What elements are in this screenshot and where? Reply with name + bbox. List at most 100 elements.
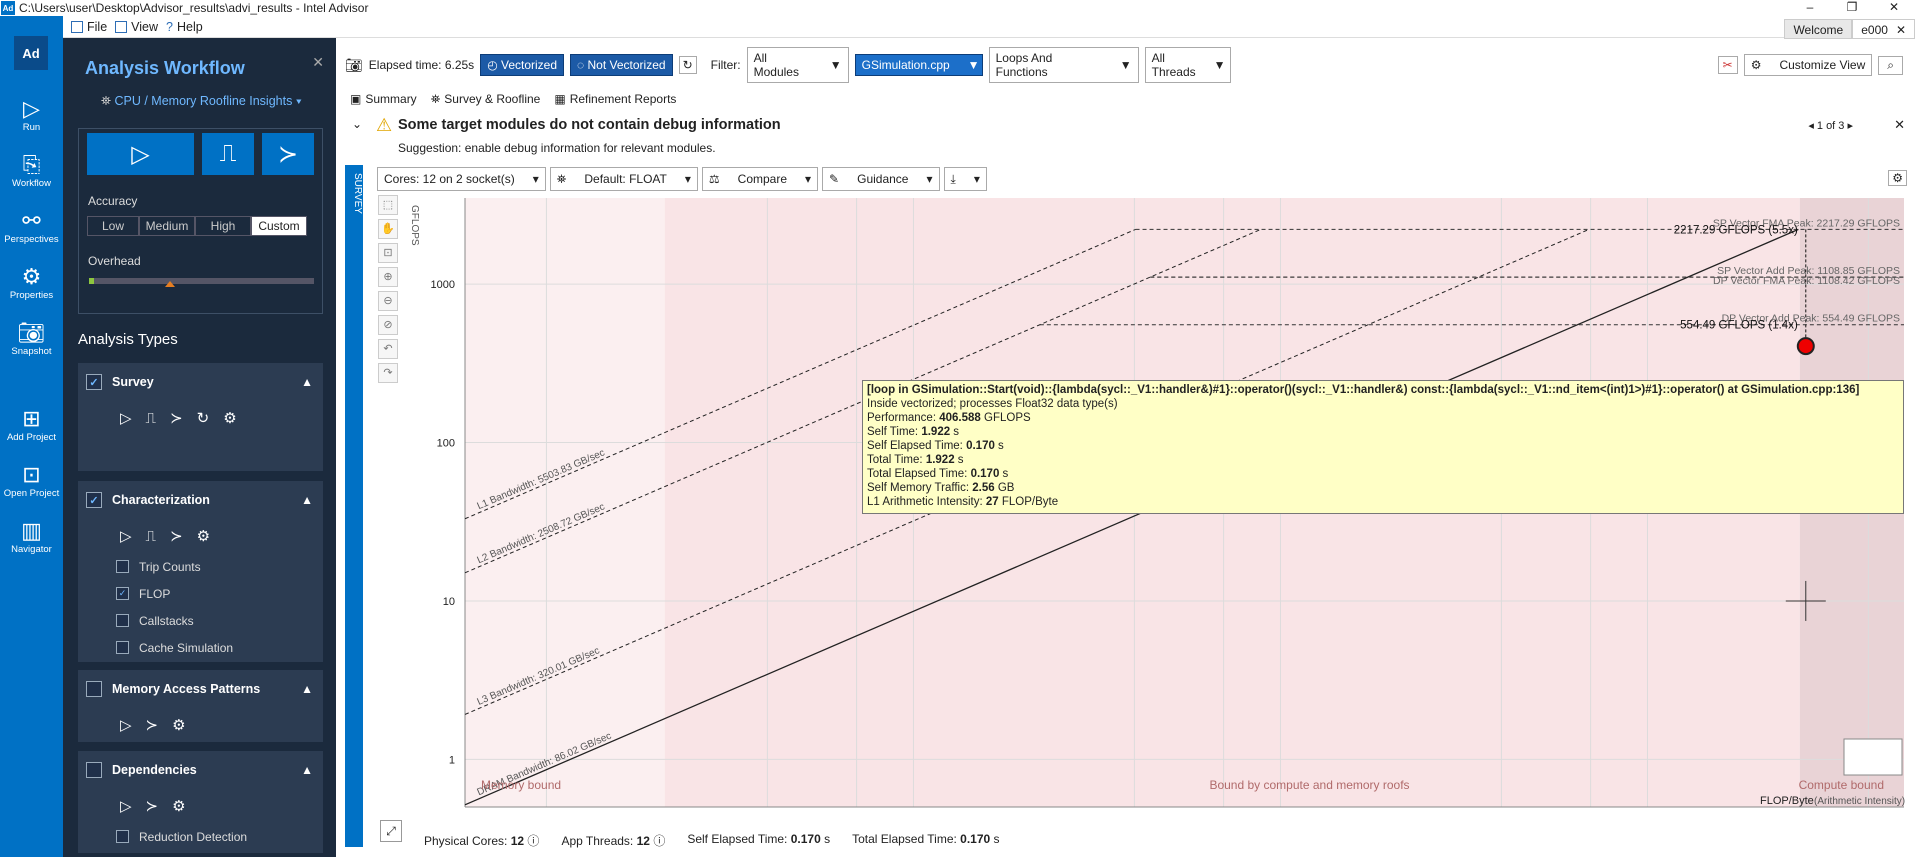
run-button[interactable]: ▷ Run <box>0 96 63 133</box>
tab-summary[interactable]: ▣ Summary <box>350 92 417 106</box>
refresh-filter-icon[interactable]: ↻ <box>678 56 697 74</box>
help-icon[interactable]: ⓘ <box>653 834 665 848</box>
redo-icon[interactable]: ↷ <box>378 363 398 383</box>
cache-simulation-option[interactable]: Cache Simulation <box>78 634 323 661</box>
search-icon[interactable]: ⌕ <box>1878 55 1903 75</box>
accuracy-custom[interactable]: Custom <box>251 216 307 236</box>
minimize-button[interactable]: – <box>1789 0 1831 16</box>
collapse-icon[interactable]: ▲ <box>301 375 313 389</box>
collapse-icon[interactable]: ▲ <box>301 763 313 777</box>
compare-dropdown[interactable]: ⚖ Compare ▾ <box>701 167 819 191</box>
maximize-button[interactable]: ❐ <box>1831 0 1873 16</box>
close-warning-icon[interactable]: ✕ <box>1894 117 1905 133</box>
not-vectorized-filter[interactable]: ◌ Not Vectorized <box>570 54 673 76</box>
modules-dropdown[interactable]: All Modules ▼ <box>746 47 849 83</box>
run-collection-button[interactable]: ▷ <box>87 133 194 175</box>
survey-checkbox[interactable]: ✓ <box>86 374 102 390</box>
batch-icon[interactable]: ⎍ <box>146 410 157 427</box>
survey-strip[interactable]: SURVEY <box>345 165 363 847</box>
snapshot-button[interactable]: 📷︎ Snapshot <box>0 320 63 357</box>
memory-access-section: Memory Access Patterns ▲ ▷ ≻ ⚙ <box>78 670 323 742</box>
reduction-checkbox[interactable] <box>116 830 129 843</box>
vectorized-icon: ◴ <box>487 58 501 72</box>
callstacks-option[interactable]: Callstacks <box>78 607 323 634</box>
source-dropdown[interactable]: GSimulation.cpp ▼ <box>854 54 983 76</box>
select-tool-icon[interactable]: ⬚ <box>378 195 398 215</box>
tab-welcome[interactable]: Welcome <box>1784 19 1853 39</box>
export-button[interactable]: ⤓ ▾ <box>943 167 987 191</box>
menu-view[interactable]: View <box>115 20 158 34</box>
command-line-icon[interactable]: ≻ <box>146 797 159 815</box>
gear-icon[interactable]: ⚙ <box>172 716 185 734</box>
trip-counts-option[interactable]: Trip Counts <box>78 553 323 580</box>
perspectives-button[interactable]: ⚯ Perspectives <box>0 208 63 245</box>
customize-view-button[interactable]: ⚙ Customize View <box>1743 54 1873 76</box>
zoom-fit-icon[interactable]: ⊘ <box>378 315 398 335</box>
play-icon: ▷ <box>23 96 40 121</box>
collapse-icon[interactable]: ▲ <box>301 682 313 696</box>
zoom-rect-icon[interactable]: ⊡ <box>378 243 398 263</box>
gear-icon[interactable]: ⚙ <box>172 797 185 815</box>
guidance-dropdown[interactable]: ✎ Guidance ▾ <box>822 167 940 191</box>
snapshot-icon[interactable]: 📷︎ <box>345 57 363 74</box>
zoom-in-icon[interactable]: ⊕ <box>378 267 398 287</box>
reduction-detection-option[interactable]: Reduction Detection <box>78 823 323 850</box>
precision-dropdown[interactable]: ⛯ Default: FLOAT ▾ <box>549 167 698 191</box>
window-title: C:\Users\user\Desktop\Advisor_results\ad… <box>19 1 369 15</box>
workflow-button[interactable]: ⎘ Workflow <box>0 152 63 189</box>
collapse-icon[interactable]: ▲ <box>301 493 313 507</box>
play-icon[interactable]: ▷ <box>120 716 132 734</box>
batch-icon[interactable]: ⎍ <box>146 528 157 545</box>
warning-pager[interactable]: ◂ 1 of 3 ▸ <box>1808 119 1853 132</box>
cores-dropdown[interactable]: Cores: 12 on 2 socket(s) ▾ <box>377 167 546 191</box>
close-tab-icon[interactable]: ✕ <box>1896 20 1906 38</box>
menu-file[interactable]: File <box>71 20 107 34</box>
open-project-button[interactable]: ⊡ Open Project <box>0 462 63 499</box>
open-project-icon: ⊡ <box>22 462 41 487</box>
trip-counts-checkbox[interactable] <box>116 560 129 573</box>
compute-bound-label: Compute bound <box>1799 778 1884 792</box>
workflow-mode-dropdown[interactable]: ⛯ CPU / Memory Roofline Insights ▾ <box>101 94 302 109</box>
tab-refinement[interactable]: ▦ Refinement Reports <box>554 92 676 106</box>
close-panel-icon[interactable]: ✕ <box>312 54 324 71</box>
close-button[interactable]: ✕ <box>1873 0 1915 16</box>
help-icon[interactable]: ⓘ <box>527 834 539 848</box>
properties-button[interactable]: ⚙ Properties <box>0 264 63 301</box>
characterization-checkbox[interactable]: ✓ <box>86 492 102 508</box>
add-project-button[interactable]: ⊞ Add Project <box>0 406 63 443</box>
flop-option[interactable]: ✓ FLOP <box>78 580 323 607</box>
callstacks-checkbox[interactable] <box>116 614 129 627</box>
flop-checkbox[interactable]: ✓ <box>116 587 129 600</box>
play-icon[interactable]: ▷ <box>120 409 132 427</box>
navigator-button[interactable]: ▥ Navigator <box>0 518 63 555</box>
gear-icon[interactable]: ⚙ <box>223 409 236 427</box>
command-line-icon[interactable]: ≻ <box>170 409 183 427</box>
run-batch-button[interactable]: ⎍ <box>202 133 254 175</box>
tools-icon[interactable]: ✂ <box>1717 56 1738 74</box>
play-icon[interactable]: ▷ <box>120 527 132 545</box>
command-line-button[interactable]: ≻ <box>262 133 314 175</box>
accuracy-low[interactable]: Low <box>87 216 139 236</box>
dependencies-checkbox[interactable] <box>86 762 102 778</box>
collapse-warning-icon[interactable]: ⌄ <box>352 117 362 131</box>
cache-simulation-checkbox[interactable] <box>116 641 129 654</box>
accuracy-medium[interactable]: Medium <box>139 216 195 236</box>
chart-settings-icon[interactable]: ⚙ <box>1888 170 1907 186</box>
vectorized-filter[interactable]: ◴ Vectorized <box>480 54 565 76</box>
tab-survey-roofline[interactable]: ⛯ Survey & Roofline <box>431 92 541 107</box>
accuracy-high[interactable]: High <box>195 216 251 236</box>
threads-dropdown[interactable]: All Threads ▼ <box>1144 47 1231 83</box>
loops-dropdown[interactable]: Loops And Functions ▼ <box>988 47 1139 83</box>
tab-result[interactable]: e000 ✕ <box>1852 19 1915 39</box>
command-line-icon[interactable]: ≻ <box>170 527 183 545</box>
refresh-icon[interactable]: ↻ <box>197 409 210 427</box>
zoom-out-icon[interactable]: ⊖ <box>378 291 398 311</box>
fit-view-icon[interactable]: ⤢ <box>380 820 402 842</box>
command-line-icon[interactable]: ≻ <box>146 716 159 734</box>
undo-icon[interactable]: ↶ <box>378 339 398 359</box>
menu-help[interactable]: ? Help <box>166 20 203 34</box>
pan-tool-icon[interactable]: ✋ <box>378 219 398 239</box>
memory-access-checkbox[interactable] <box>86 681 102 697</box>
play-icon[interactable]: ▷ <box>120 797 132 815</box>
gear-icon[interactable]: ⚙ <box>197 527 210 545</box>
